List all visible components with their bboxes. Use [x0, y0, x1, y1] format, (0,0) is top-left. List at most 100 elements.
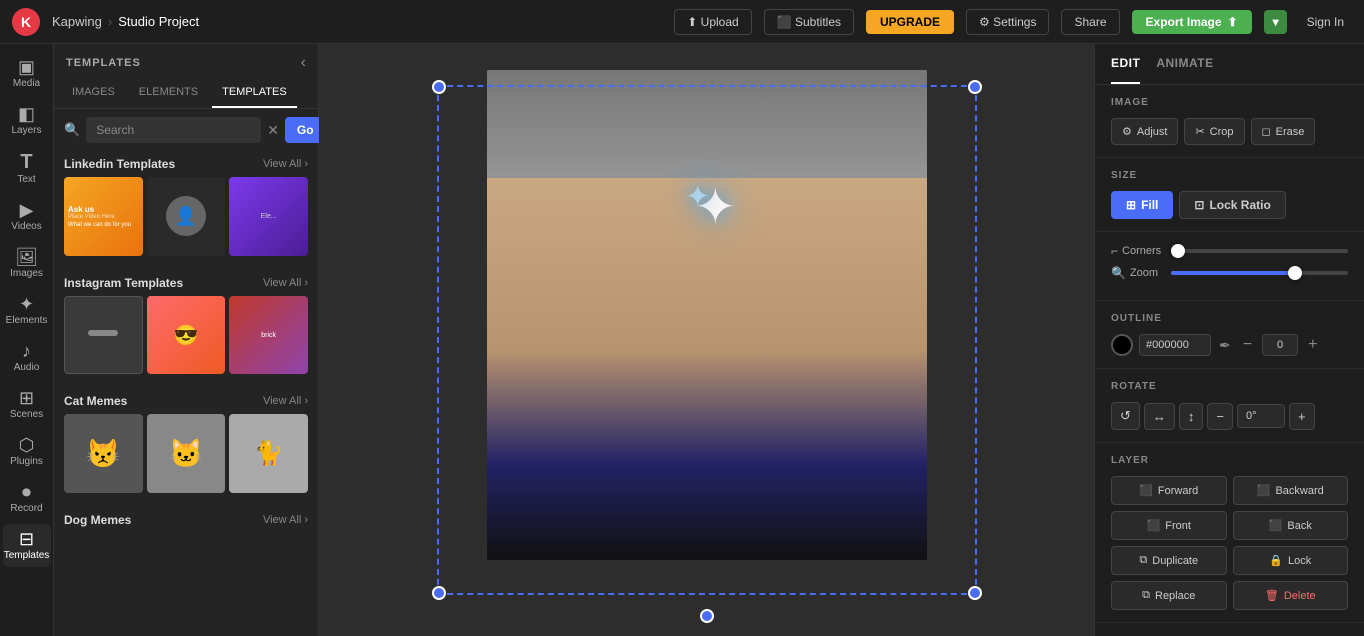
front-button[interactable]: ⬛ Front — [1111, 511, 1227, 540]
rotate-plus-button[interactable]: + — [1289, 403, 1315, 430]
handle-top-left[interactable] — [432, 80, 446, 94]
handle-top-right[interactable] — [968, 80, 982, 94]
outline-minus-button[interactable]: − — [1239, 334, 1256, 356]
dog-memes-view-all[interactable]: View All › — [263, 514, 308, 526]
linkedin-grid: Ask us Place Video Here What we can do f… — [64, 177, 308, 256]
canvas-area[interactable]: ✦ ✦ — [319, 44, 1094, 636]
flip-v-button[interactable]: ↕ — [1179, 403, 1204, 430]
front-label: Front — [1165, 520, 1191, 532]
sidebar-item-plugins[interactable]: ⬡ Plugins — [3, 430, 51, 473]
list-item[interactable]: Ele... — [229, 177, 308, 256]
tab-animate[interactable]: ANIMATE — [1156, 44, 1213, 84]
cat-memes-view-all[interactable]: View All › — [263, 395, 308, 407]
sidebar-item-label-layers: Layers — [11, 125, 41, 136]
lock-button[interactable]: 🔒 Lock — [1233, 546, 1349, 575]
sidebar-item-media[interactable]: ▣ Media — [3, 52, 51, 95]
zoom-slider[interactable] — [1171, 271, 1348, 275]
backward-button[interactable]: ⬛ Backward — [1233, 476, 1349, 505]
export-arrow-button[interactable]: ▾ — [1264, 10, 1287, 34]
list-item[interactable]: 🐈 — [229, 414, 308, 493]
handle-rotate[interactable] — [700, 609, 714, 623]
linkedin-section: Linkedin Templates View All › Ask us Pla… — [54, 151, 318, 270]
topbar: K Kapwing › Studio Project ⬆ Upload ⬛ Su… — [0, 0, 1364, 44]
list-item[interactable]: brick — [229, 296, 308, 375]
size-section: SIZE ⊞ Fill ⊡ Lock Ratio — [1095, 158, 1364, 232]
thumb-label — [65, 297, 142, 374]
delete-button[interactable]: 🗑 Delete — [1233, 581, 1349, 610]
list-item[interactable]: Ask us Place Video Here What we can do f… — [64, 177, 143, 256]
signin-button[interactable]: Sign In — [1299, 10, 1352, 34]
zoom-slider-thumb[interactable] — [1288, 266, 1302, 280]
backward-icon: ⬛ — [1257, 484, 1271, 497]
outline-color-picker[interactable] — [1111, 334, 1133, 356]
layer-buttons-grid: ⬛ Forward ⬛ Backward ⬛ Front ⬛ Back ⧉ — [1111, 476, 1348, 610]
dog-memes-header: Dog Memes View All › — [64, 513, 308, 527]
zoom-slider-fill — [1171, 271, 1295, 275]
sidebar-item-layers[interactable]: ◧ Layers — [3, 99, 51, 142]
instagram-grid: 😎 brick — [64, 296, 308, 375]
outline-row: ✒ − + — [1111, 334, 1348, 356]
share-button[interactable]: Share — [1061, 9, 1119, 35]
tab-elements[interactable]: ELEMENTS — [129, 78, 208, 108]
export-label: Export Image — [1146, 15, 1222, 29]
record-icon: ⏺ — [22, 483, 31, 501]
outline-section: OUTLINE ✒ − + — [1095, 301, 1364, 369]
sidebar-item-audio[interactable]: ♪ Audio — [3, 336, 51, 379]
sidebar-item-videos[interactable]: ▶ Videos — [3, 195, 51, 238]
outline-width-input[interactable] — [1262, 334, 1298, 356]
erase-button[interactable]: ◻ Erase — [1251, 118, 1316, 145]
handle-bottom-left[interactable] — [432, 586, 446, 600]
dog-memes-section: Dog Memes View All › — [54, 507, 318, 539]
corners-slider[interactable] — [1171, 249, 1348, 253]
list-item[interactable]: 👤 — [147, 177, 226, 256]
outline-hex-input[interactable] — [1139, 334, 1211, 356]
sidebar-item-scenes[interactable]: ⊞ Scenes — [3, 383, 51, 426]
corners-slider-thumb[interactable] — [1171, 244, 1185, 258]
sidebar-item-templates[interactable]: ⊟ Templates — [3, 524, 51, 567]
panel-scroll: Linkedin Templates View All › Ask us Pla… — [54, 151, 318, 636]
rotate-minus-button[interactable]: − — [1207, 403, 1233, 430]
panel-close-button[interactable]: ‹ — [301, 54, 306, 72]
search-input[interactable] — [86, 117, 261, 143]
adjust-button[interactable]: ⚙ Adjust — [1111, 118, 1178, 145]
instagram-view-all[interactable]: View All › — [263, 277, 308, 289]
eyedropper-icon[interactable]: ✒ — [1217, 335, 1233, 356]
image-section-title: IMAGE — [1111, 97, 1348, 108]
right-panel: EDIT ANIMATE IMAGE ⚙ Adjust ✂ Crop ◻ Era… — [1094, 44, 1364, 636]
upload-button[interactable]: ⬆ Upload — [674, 9, 751, 35]
sidebar-item-label-record: Record — [10, 503, 42, 514]
sidebar-item-text[interactable]: T Text — [3, 146, 51, 191]
clear-search-icon[interactable]: ✕ — [267, 122, 279, 139]
settings-button[interactable]: ⚙ Settings — [966, 9, 1049, 35]
lock-ratio-button[interactable]: ⊡ Lock Ratio — [1179, 191, 1285, 219]
handle-bottom-right[interactable] — [968, 586, 982, 600]
outline-plus-button[interactable]: + — [1304, 334, 1321, 356]
sidebar-item-elements[interactable]: ✦ Elements — [3, 289, 51, 332]
duplicate-label: Duplicate — [1152, 555, 1198, 567]
sidebar-item-record[interactable]: ⏺ Record — [3, 477, 51, 520]
sidebar-item-images[interactable]: 🖼 Images — [3, 242, 51, 285]
list-item[interactable]: 😎 — [147, 296, 226, 375]
panel-search-bar: 🔍 ✕ Go — [54, 109, 318, 151]
forward-button[interactable]: ⬛ Forward — [1111, 476, 1227, 505]
list-item[interactable]: 🐱 — [147, 414, 226, 493]
tab-images[interactable]: IMAGES — [62, 78, 125, 108]
duplicate-button[interactable]: ⧉ Duplicate — [1111, 546, 1227, 575]
crop-button[interactable]: ✂ Crop — [1184, 118, 1244, 145]
export-button[interactable]: Export Image ⬆ — [1132, 10, 1252, 34]
scenes-icon: ⊞ — [19, 389, 34, 407]
tab-edit[interactable]: EDIT — [1111, 44, 1140, 84]
subtitles-button[interactable]: ⬛ Subtitles — [764, 9, 854, 35]
replace-button[interactable]: ⧉ Replace — [1111, 581, 1227, 610]
linkedin-view-all[interactable]: View All › — [263, 158, 308, 170]
adjust-icon: ⚙ — [1122, 125, 1132, 138]
back-button[interactable]: ⬛ Back — [1233, 511, 1349, 540]
list-item[interactable] — [64, 296, 143, 375]
fill-button[interactable]: ⊞ Fill — [1111, 191, 1173, 219]
rotate-ccw-button[interactable]: ↺ — [1111, 402, 1140, 430]
flip-h-button[interactable]: ↔ — [1144, 403, 1175, 430]
cat-memes-header: Cat Memes View All › — [64, 394, 308, 408]
upgrade-button[interactable]: UPGRADE — [866, 10, 954, 34]
list-item[interactable]: 😾 — [64, 414, 143, 493]
tab-templates[interactable]: TEMPLATES — [212, 78, 297, 108]
